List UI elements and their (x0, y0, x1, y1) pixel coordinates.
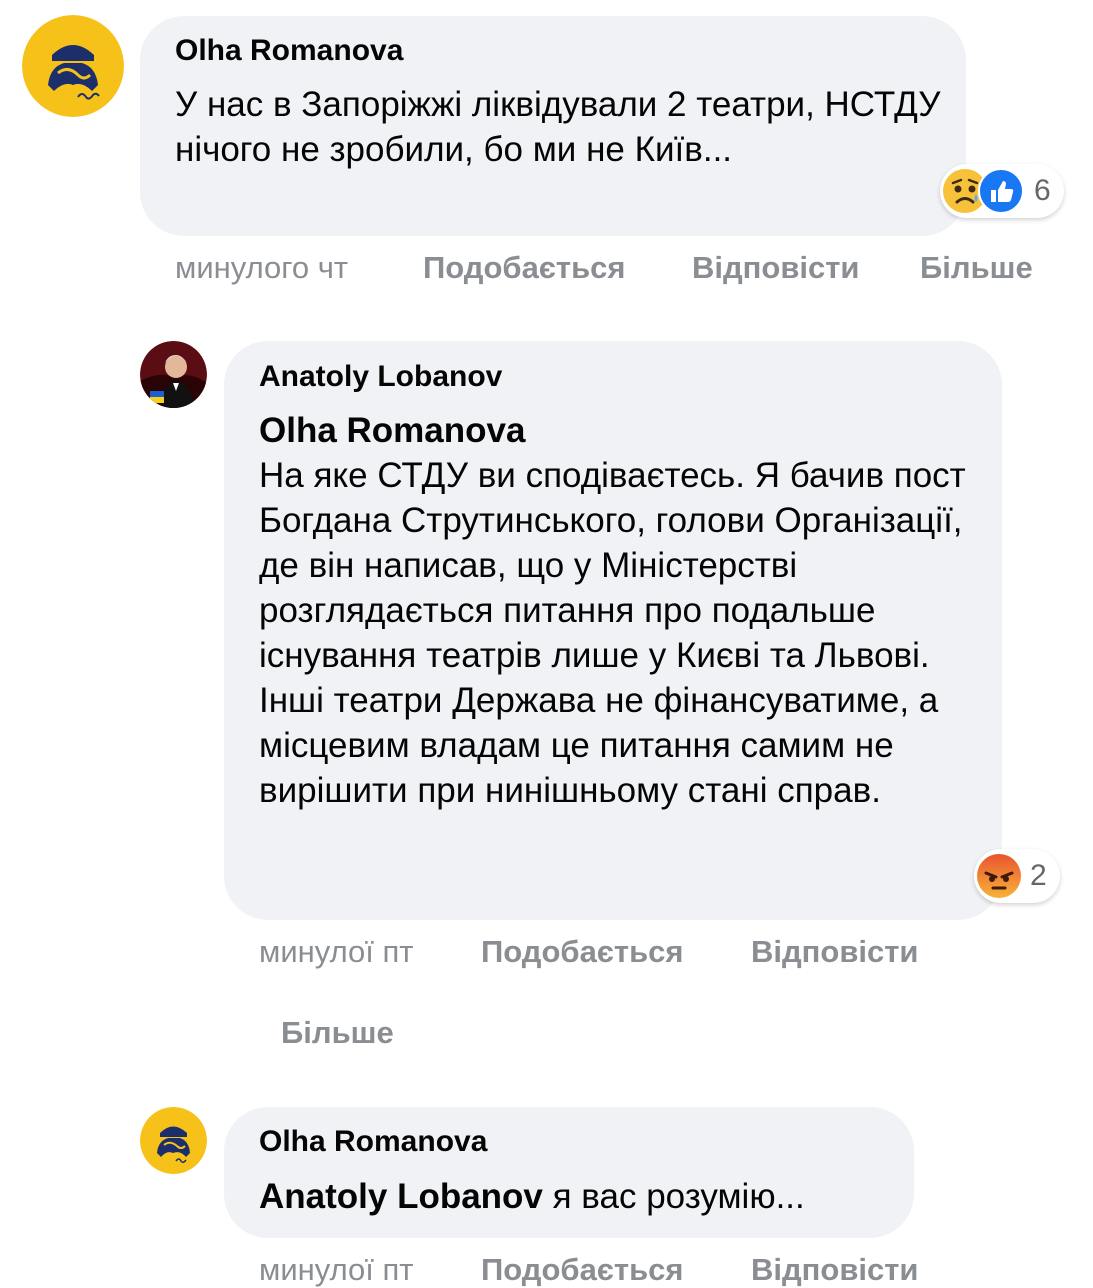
comment-actions-more: Більше (281, 1015, 581, 1051)
like-reaction-icon (978, 168, 1024, 214)
comment-bubble: Olha Romanova У нас в Запоріжжі ліквідув… (140, 16, 966, 236)
more-button[interactable]: Більше (281, 1015, 394, 1051)
comment-bubble: Anatoly Lobanov Olha Romanova На яке СТД… (224, 341, 1002, 920)
avatar-olha-romanova[interactable] (22, 15, 124, 117)
comment-mention[interactable]: Olha Romanova (259, 408, 525, 453)
comment-timestamp[interactable]: минулої пт (259, 1252, 413, 1288)
reaction-count: 6 (1034, 174, 1051, 207)
like-button[interactable]: Подобається (481, 934, 684, 970)
comment-actions: минулого чт Подобається Відповісти Більш… (175, 250, 1055, 286)
avatar-anatoly-lobanov[interactable] (140, 341, 207, 408)
comment-author[interactable]: Olha Romanova (259, 1124, 487, 1160)
reaction-summary[interactable]: 2 (974, 849, 1060, 903)
comment-actions: минулої пт Подобається Відповісти (259, 934, 1019, 970)
reaction-summary[interactable]: 6 (940, 164, 1064, 218)
comment-text-line: Anatoly Lobanov я вас розумію... (259, 1174, 805, 1219)
comment-mention[interactable]: Anatoly Lobanov (259, 1177, 543, 1216)
like-button[interactable]: Подобається (423, 250, 626, 286)
comment-text: я вас розумію... (542, 1177, 805, 1216)
comment-author[interactable]: Olha Romanova (175, 33, 403, 69)
reply-button[interactable]: Відповісти (692, 250, 860, 286)
angry-reaction-icon (976, 853, 1022, 899)
comment-text: На яке СТДУ ви сподіваєтесь. Я бачив пос… (259, 456, 966, 810)
comment-timestamp[interactable]: минулого чт (175, 250, 348, 286)
comment-text: У нас в Запоріжжі ліквідували 2 театри, … (175, 85, 941, 169)
more-button[interactable]: Більше (920, 250, 1033, 286)
comment-actions: минулої пт Подобається Відповісти (259, 1252, 1019, 1288)
like-button[interactable]: Подобається (481, 1252, 684, 1288)
comment-timestamp[interactable]: минулої пт (259, 934, 413, 970)
reply-button[interactable]: Відповісти (751, 934, 919, 970)
reaction-count: 2 (1030, 859, 1047, 892)
avatar-olha-romanova[interactable] (140, 1107, 207, 1174)
reply-button[interactable]: Відповісти (751, 1252, 919, 1288)
comment-author[interactable]: Anatoly Lobanov (259, 359, 502, 395)
comment-bubble: Olha Romanova Anatoly Lobanov я вас розу… (224, 1107, 914, 1238)
